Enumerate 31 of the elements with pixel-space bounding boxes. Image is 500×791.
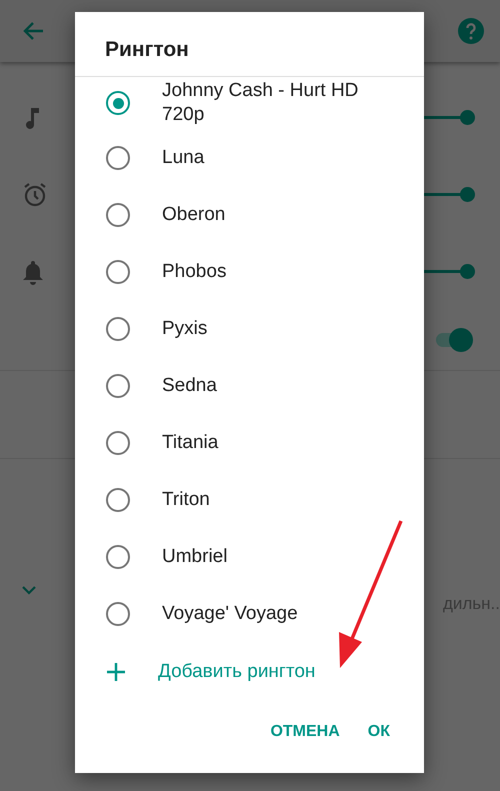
radio-button[interactable] [106, 91, 130, 115]
ringtone-option[interactable]: Pyxis [75, 300, 424, 357]
alarm-clock-icon [22, 182, 48, 208]
radio-button[interactable] [106, 202, 130, 226]
slider-thumb[interactable] [460, 264, 475, 279]
radio-button[interactable] [106, 316, 130, 340]
slider-thumb[interactable] [460, 187, 475, 202]
plus-icon [106, 662, 126, 682]
ringtone-option[interactable]: Umbriel [75, 528, 424, 585]
ringtone-option[interactable]: Sedna [75, 357, 424, 414]
ringtone-option[interactable]: Titania [75, 414, 424, 471]
dialog-button[interactable]: ОТМЕНА [260, 717, 350, 747]
ringtone-option[interactable]: Triton [75, 471, 424, 528]
add-ringtone-button[interactable]: Добавить рингтон [75, 642, 424, 701]
radio-button[interactable] [106, 146, 130, 170]
ringtone-option[interactable]: Phobos [75, 243, 424, 300]
dialog-title: Рингтон [75, 12, 424, 77]
dialog-button[interactable]: ОК [358, 717, 400, 747]
radio-button[interactable] [106, 374, 130, 398]
radio-button[interactable] [106, 430, 130, 454]
bell-icon [22, 258, 44, 284]
toggle-switch[interactable] [434, 327, 474, 353]
ringtone-option[interactable]: Luna [75, 129, 424, 186]
radio-button[interactable] [106, 488, 130, 512]
radio-button[interactable] [106, 602, 130, 626]
ringtone-option[interactable]: Voyage' Voyage [75, 585, 424, 642]
ringtone-option[interactable]: Oberon [75, 186, 424, 243]
radio-button[interactable] [106, 260, 130, 284]
slider-thumb[interactable] [460, 110, 475, 125]
radio-button[interactable] [106, 544, 130, 568]
ringtone-option[interactable]: Johnny Cash - Hurt HD 720p [75, 77, 424, 129]
